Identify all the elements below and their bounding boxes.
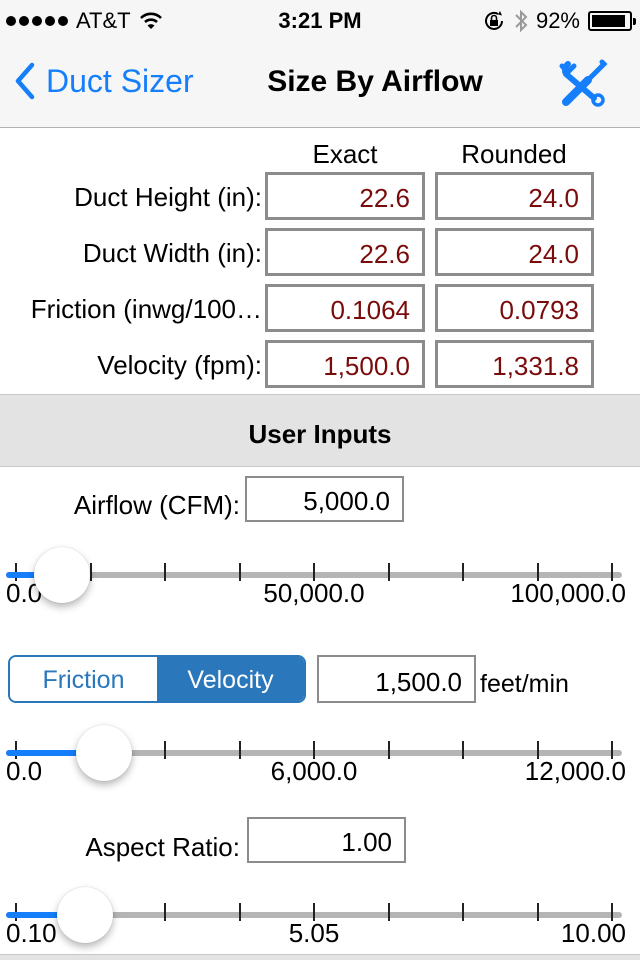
battery-icon <box>588 11 636 31</box>
rounded-value-field: 24.0 <box>435 228 594 276</box>
exact-value-field: 22.6 <box>265 172 425 220</box>
row-label: Velocity (fpm): <box>97 350 262 380</box>
result-row-duct-height: Duct Height (in): 22.6 24.0 <box>0 172 640 222</box>
airflow-input[interactable]: 5,000.0 <box>245 476 404 522</box>
aspect-ratio-input[interactable]: 1.00 <box>247 817 406 863</box>
airflow-slider[interactable]: 0.0 50,000.0 100,000.0 <box>0 540 640 620</box>
slider-tick <box>387 903 390 921</box>
slider-tick <box>462 563 464 581</box>
row-label: Duct Width (in): <box>82 238 262 268</box>
slider-tick <box>238 903 241 921</box>
exact-value-field: 22.6 <box>265 228 425 276</box>
slider-tick-label: 0.10 <box>6 918 57 948</box>
velocity-input[interactable]: 1,500.0 <box>317 655 476 703</box>
results-table: Exact Rounded Duct Height (in): 22.6 24.… <box>0 129 640 394</box>
airflow-label: Airflow (CFM): <box>73 490 240 520</box>
slider-tick <box>387 741 390 759</box>
slider-tick <box>164 903 166 921</box>
bottom-section-edge <box>0 954 640 960</box>
rounded-value-field: 24.0 <box>435 172 594 220</box>
slider-tick-label: 6,000.0 <box>270 756 358 786</box>
status-bar: AT&T 3:21 PM 92% <box>0 0 640 40</box>
row-label: Duct Height (in): <box>74 182 262 212</box>
mode-segmented-control: Friction Velocity <box>8 655 306 703</box>
exact-value-field: 1,500.0 <box>265 340 425 388</box>
slider-tick <box>462 741 464 759</box>
slider-tick-label: 12,000.0 <box>524 756 626 786</box>
velocity-slider[interactable]: 0.0 6,000.0 12,000.0 <box>0 718 640 798</box>
slider-tick <box>387 563 390 581</box>
exact-value-field: 0.1064 <box>265 284 425 332</box>
result-row-duct-width: Duct Width (in): 22.6 24.0 <box>0 228 640 278</box>
column-header-exact: Exact <box>312 139 378 169</box>
page-title: Size By Airflow <box>267 65 483 98</box>
slider-tick <box>164 563 166 581</box>
aspect-ratio-slider[interactable]: 0.10 5.05 10.00 <box>0 880 640 960</box>
slider-tick-label: 100,000.0 <box>510 578 626 608</box>
slider-tick-label: 5.05 <box>288 918 340 948</box>
slider-tick-label: 10.00 <box>560 918 626 948</box>
aspect-ratio-label: Aspect Ratio: <box>85 832 240 862</box>
segment-friction[interactable]: Friction <box>10 657 157 701</box>
rounded-value-field: 0.0793 <box>435 284 594 332</box>
result-row-velocity: Velocity (fpm): 1,500.0 1,331.8 <box>0 340 640 390</box>
slider-thumb[interactable] <box>56 887 113 943</box>
slider-tick <box>238 741 241 759</box>
rotation-lock-icon <box>484 11 503 30</box>
slider-tick <box>238 563 241 581</box>
slider-tick <box>536 903 539 921</box>
bluetooth-icon <box>515 9 528 33</box>
slider-tick <box>462 903 464 921</box>
rounded-value-field: 1,331.8 <box>435 340 594 388</box>
segment-velocity[interactable]: Velocity <box>157 657 304 701</box>
slider-thumb[interactable] <box>34 547 90 603</box>
section-header-user-inputs: User Inputs <box>0 394 640 467</box>
row-label: Friction (inwg/100… <box>30 294 262 324</box>
result-row-friction: Friction (inwg/100… 0.1064 0.0793 <box>0 284 640 334</box>
slider-tick-label: 50,000.0 <box>263 578 365 608</box>
column-header-rounded: Rounded <box>461 139 567 169</box>
settings-tools-button[interactable] <box>558 58 608 113</box>
velocity-unit-label: feet/min <box>480 670 569 698</box>
slider-tick-label: 0.0 <box>6 756 43 786</box>
battery-percent: 92% <box>535 8 580 33</box>
tools-icon <box>559 59 608 107</box>
slider-tick <box>164 741 166 759</box>
navigation-bar: Duct Sizer Size By Airflow <box>0 40 640 128</box>
slider-thumb[interactable] <box>76 725 132 781</box>
